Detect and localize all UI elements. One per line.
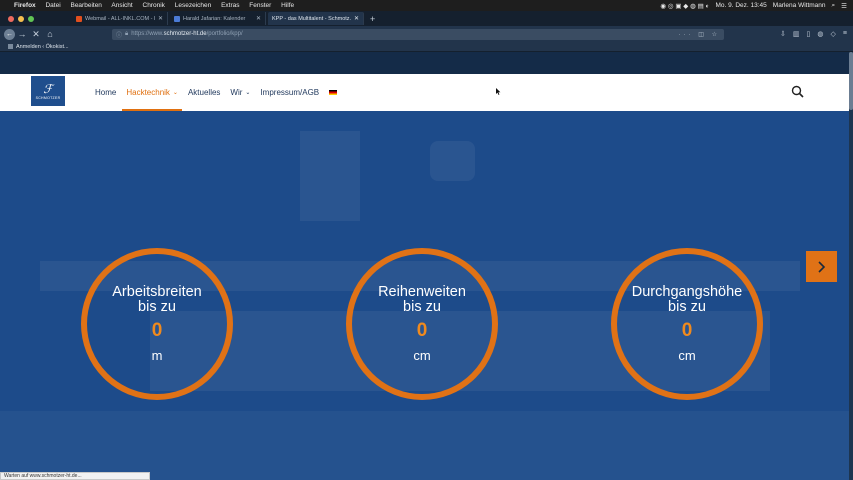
stat-unit: cm: [413, 348, 431, 363]
mouse-cursor-icon: [496, 88, 501, 95]
nav-aktuelles[interactable]: Aktuelles: [188, 74, 220, 111]
search-icon[interactable]: ⌕: [832, 2, 836, 10]
chevron-right-icon: [817, 260, 825, 273]
nav-label: Wir: [230, 88, 243, 97]
tab-kpp[interactable]: KPP - das Multitalent - Schmotz... ✕: [268, 12, 364, 25]
stat-durchgangshoehe: Durchgangshöhe bis zu 0 cm: [611, 248, 763, 400]
menu-hilfe[interactable]: Hilfe: [281, 2, 294, 9]
nav-wir[interactable]: Wir ⌄: [230, 74, 250, 111]
close-tab-icon[interactable]: ✕: [354, 15, 359, 22]
stat-label: bis zu: [403, 299, 441, 315]
nav-impressum[interactable]: Impressum/AGB: [260, 74, 319, 111]
menu-list-icon[interactable]: ☰: [841, 2, 847, 10]
back-icon[interactable]: ←: [4, 28, 15, 40]
favicon-icon: [174, 15, 180, 22]
bookmark-item[interactable]: Anmelden ‹ Ökokist...: [16, 44, 69, 50]
tab-title: Webmail - ALL-INKL.COM - Lo...: [85, 15, 155, 22]
site-top-strip: [0, 52, 853, 74]
url-host: schmotzer-ht.de: [163, 31, 207, 37]
search-icon[interactable]: [791, 85, 804, 98]
main-nav: Home Hacktechnik ⌄ Aktuelles Wir ⌄ Impre…: [95, 74, 347, 111]
page-actions-icon[interactable]: ··· ◫ ☆: [679, 31, 720, 38]
lock-icon[interactable]: 🔒︎: [125, 31, 128, 38]
site-header: ℱ SCHMOTZER Home Hacktechnik ⌄ Aktuelles…: [0, 74, 853, 111]
hero-bg-ground: [0, 411, 849, 480]
stat-unit: m: [151, 348, 163, 363]
user-name[interactable]: Marlena Wittmann: [773, 2, 826, 9]
favicon-icon: [76, 15, 82, 22]
hero-bg-machine: [300, 131, 360, 221]
menu-firefox[interactable]: Firefox: [14, 2, 36, 9]
menu-datei[interactable]: Datei: [45, 2, 60, 9]
nav-label: Hacktechnik: [126, 88, 170, 97]
sidebar-icon[interactable]: ▯: [807, 30, 811, 38]
menu-icon[interactable]: ≡: [843, 30, 847, 38]
menu-bearbeiten[interactable]: Bearbeiten: [70, 2, 101, 9]
close-tab-icon[interactable]: ✕: [158, 15, 163, 22]
page-scrollbar[interactable]: [849, 52, 853, 480]
menu-extras[interactable]: Extras: [221, 2, 239, 9]
extension-icon[interactable]: ◇: [831, 30, 836, 38]
nav-label: Aktuelles: [187, 88, 221, 97]
stat-label: Durchgangshöhe: [631, 284, 743, 300]
chevron-down-icon: ⌄: [245, 90, 251, 96]
menu-chronik[interactable]: Chronik: [143, 2, 165, 9]
nav-language[interactable]: [329, 74, 338, 111]
logo-mark-icon: ℱ: [43, 81, 53, 96]
tab-webmail[interactable]: Webmail - ALL-INKL.COM - Lo... ✕: [72, 12, 168, 25]
menu-fenster[interactable]: Fenster: [249, 2, 271, 9]
downloads-icon[interactable]: ⇩: [780, 30, 786, 38]
bookmarks-bar: Anmelden ‹ Ökokist...: [0, 42, 853, 52]
stat-label: Reihenweiten: [378, 284, 466, 300]
tab-title: KPP - das Multitalent - Schmotz...: [272, 15, 351, 22]
stat-label: Arbeitsbreiten: [112, 284, 202, 300]
browser-status-text: Warten auf www.schmotzer-ht.de...: [0, 472, 150, 480]
stat-label: bis zu: [668, 299, 706, 315]
stat-value: 0: [681, 320, 693, 341]
stat-reihenweiten: Reihenweiten bis zu 0 cm: [346, 248, 498, 400]
next-slide-button[interactable]: [806, 251, 837, 282]
minimize-window-icon[interactable]: [18, 15, 24, 22]
menu-lesezeichen[interactable]: Lesezeichen: [175, 2, 212, 9]
nav-label: Home: [95, 88, 117, 97]
info-icon[interactable]: ⓘ: [116, 30, 122, 39]
toolbar-right: ⇩ ▥ ▯ ◍ ◇ ≡: [780, 30, 847, 38]
tab-title: Harald Jafarian: Kalender: [183, 15, 246, 22]
home-icon[interactable]: ⌂: [43, 29, 57, 39]
account-icon[interactable]: ◍: [817, 30, 823, 38]
stat-label: bis zu: [138, 299, 176, 315]
tab-kalender[interactable]: Harald Jafarian: Kalender ✕: [170, 12, 266, 25]
window-controls: [8, 15, 34, 22]
stop-loading-icon[interactable]: ✕: [29, 29, 43, 40]
os-menubar: Firefox Datei Bearbeiten Ansicht Chronik…: [0, 0, 853, 11]
stat-value: 0: [151, 320, 163, 341]
chevron-down-icon: ⌄: [172, 90, 178, 96]
tab-bar: Webmail - ALL-INKL.COM - Lo... ✕ Harald …: [0, 11, 853, 26]
nav-hacktechnik[interactable]: Hacktechnik ⌄: [122, 74, 182, 111]
browser-toolbar: ← → ✕ ⌂ ⓘ 🔒︎ https://www. schmotzer-ht.d…: [0, 26, 853, 42]
site-logo[interactable]: ℱ SCHMOTZER: [31, 76, 65, 106]
hero-bg-machine: [430, 141, 475, 181]
zoom-window-icon[interactable]: [28, 15, 34, 22]
logo-text: SCHMOTZER: [35, 95, 61, 100]
stat-unit: cm: [678, 348, 696, 363]
stat-arbeitsbreiten: Arbeitsbreiten bis zu 0 m: [81, 248, 233, 400]
clock[interactable]: Mo. 9. Dez. 13:45: [715, 2, 766, 9]
forward-icon[interactable]: →: [15, 29, 29, 39]
nav-label: Impressum/AGB: [260, 88, 320, 97]
nav-home[interactable]: Home: [95, 74, 116, 111]
menu-ansicht[interactable]: Ansicht: [111, 2, 132, 9]
bookmark-favicon-icon: [8, 44, 13, 49]
url-path: /portfolio/kpp/: [206, 31, 243, 37]
close-window-icon[interactable]: [8, 15, 14, 22]
url-scheme: https://www.: [131, 31, 164, 37]
url-bar[interactable]: ⓘ 🔒︎ https://www. schmotzer-ht.de /portf…: [112, 28, 724, 40]
scrollbar-thumb[interactable]: [849, 52, 853, 110]
flag-de-icon: [329, 90, 338, 95]
library-icon[interactable]: ▥: [793, 30, 800, 38]
stat-value: 0: [416, 320, 428, 341]
close-tab-icon[interactable]: ✕: [256, 15, 261, 22]
new-tab-icon[interactable]: +: [370, 14, 375, 24]
status-icons[interactable]: ◉ ◎ ▣ ◆ ◍ ▤ ◐: [660, 2, 709, 10]
